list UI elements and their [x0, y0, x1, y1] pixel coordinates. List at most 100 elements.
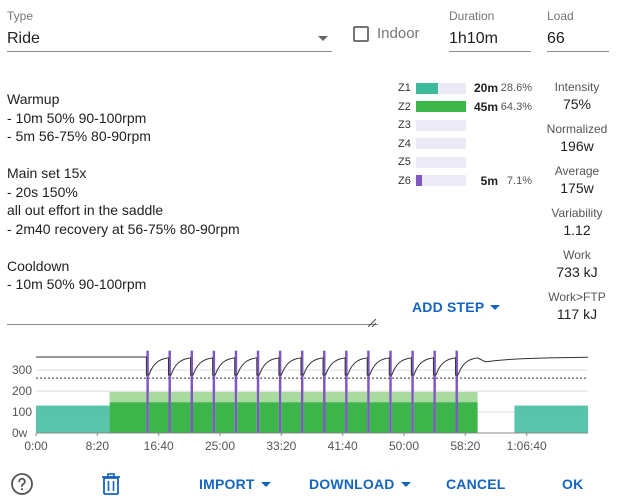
- cancel-label: CANCEL: [446, 476, 506, 492]
- chart-range-z2: [303, 391, 324, 403]
- zone-bar: [416, 156, 466, 168]
- zone-bar: [416, 101, 466, 113]
- import-button[interactable]: IMPORT: [199, 476, 271, 492]
- x-tick-label: 33:20: [266, 439, 296, 453]
- stat-label: Work: [563, 248, 591, 262]
- download-button[interactable]: DOWNLOAD: [309, 476, 411, 492]
- description-line: - 20s 150%: [7, 183, 78, 200]
- zone-time: 20m: [473, 81, 498, 96]
- zone-bar-fill: [416, 175, 422, 187]
- chart-bar-z2: [303, 402, 324, 433]
- workout-chart: 0w 100 200 300 0:00 8:20 16:40 25:00 33:20 41:40 5…: [12, 350, 589, 453]
- type-label: Type: [7, 9, 34, 23]
- chart-range-z2: [457, 391, 478, 403]
- stat-value: 1.12: [563, 222, 591, 238]
- indoor-checkbox[interactable]: Indoor: [353, 25, 420, 42]
- description-line: Warmup: [7, 91, 60, 107]
- ok-label: OK: [562, 476, 584, 492]
- chart-range-z2: [347, 391, 368, 403]
- stat-work: Work 733 kJ: [532, 248, 617, 280]
- x-tick-label: 41:40: [328, 439, 358, 453]
- zone-row: Z6 5m 7.1%: [398, 172, 532, 191]
- duration-field[interactable]: Duration 1h10m: [449, 9, 531, 52]
- chart-bar-z2: [109, 402, 147, 433]
- zone-row: Z4: [398, 135, 532, 154]
- y-tick-label: 200: [12, 384, 32, 398]
- chart-bar-z2: [237, 402, 257, 433]
- chart-range-z2: [369, 391, 390, 403]
- x-tick-label: 16:40: [144, 439, 174, 453]
- chevron-down-icon: [318, 36, 328, 41]
- chart-bar-z1: [36, 405, 110, 433]
- resize-handle-icon[interactable]: [367, 314, 377, 328]
- chart-range-z2: [391, 391, 412, 403]
- stat-label: Normalized: [546, 122, 608, 136]
- zone-row: Z3: [398, 116, 532, 135]
- chart-bar-z2: [369, 402, 390, 433]
- caret-down-icon: [400, 481, 411, 487]
- description-line: Main set 15x: [7, 165, 87, 181]
- chart-bar-z2: [148, 402, 169, 433]
- zone-bar: [416, 82, 466, 94]
- x-tick-label: 8:20: [86, 439, 110, 453]
- stat-label: Intensity: [554, 80, 600, 94]
- delete-icon[interactable]: [101, 473, 121, 495]
- chart-bar-z2: [215, 402, 235, 433]
- zone-bar: [416, 119, 466, 131]
- y-tick-label: 300: [12, 363, 32, 377]
- y-tick-label: 100: [12, 405, 32, 419]
- add-step-button[interactable]: ADD STEP: [412, 299, 501, 315]
- chart-range-z2: [325, 391, 346, 403]
- description-line: - 5m 56-75% 80-90rpm: [7, 128, 151, 144]
- x-tick-label: 0:00: [24, 439, 48, 453]
- chart-bar-z2: [413, 402, 434, 433]
- chart-range-z2: [413, 391, 434, 403]
- help-icon[interactable]: [10, 472, 34, 496]
- import-label: IMPORT: [199, 476, 255, 492]
- stat-variability: Variability 1.12: [532, 206, 617, 238]
- chart-range-z2: [148, 391, 169, 403]
- description-line: - 10m 50% 90-100rpm: [7, 276, 147, 292]
- stat-label: Work>FTP: [548, 290, 606, 304]
- chart-bar-z2: [170, 402, 191, 433]
- description-line: - 2m40 recovery at 56-75% 80-90rpm: [7, 220, 240, 237]
- indoor-label: Indoor: [377, 25, 420, 42]
- zone-row: Z5: [398, 153, 532, 172]
- caret-down-icon: [490, 304, 501, 310]
- zone-bar-fill: [416, 101, 466, 113]
- chart-range-z2: [237, 391, 257, 403]
- zone-time: 5m: [480, 173, 498, 188]
- load-label: Load: [547, 9, 574, 23]
- duration-value: 1h10m: [449, 29, 498, 47]
- description-line: [7, 238, 378, 257]
- checkbox-icon[interactable]: [353, 25, 369, 42]
- stat-label: Average: [554, 164, 600, 178]
- description-line: all out effort in the saddle: [7, 202, 164, 218]
- chart-bar-z2: [325, 402, 346, 433]
- type-select[interactable]: Type Ride: [7, 9, 332, 52]
- description-textarea[interactable]: Warmup - 10m 50% 90-100rpm - 5m 56-75% 80-…: [7, 90, 378, 328]
- zone-name: Z5: [398, 156, 411, 169]
- chart-bar-z2: [347, 402, 368, 433]
- cancel-button[interactable]: CANCEL: [446, 476, 506, 492]
- zone-name: Z4: [398, 137, 411, 150]
- chart-range-z2: [109, 391, 147, 403]
- zone-percent: 28.6%: [500, 82, 532, 95]
- stat-average: Average 175w: [532, 164, 617, 196]
- y-tick-label: 0w: [12, 426, 28, 440]
- zone-time: 45m: [473, 99, 498, 114]
- download-label: DOWNLOAD: [309, 476, 395, 492]
- stat-normalized: Normalized 196w: [532, 122, 617, 154]
- x-tick-label: 58:20: [450, 439, 480, 453]
- description-line: - 10m 50% 90-100rpm: [7, 109, 147, 126]
- chart-range-z2: [215, 391, 235, 403]
- load-field[interactable]: Load 66: [547, 9, 609, 52]
- zone-bar: [416, 175, 466, 187]
- chart-bar-z2: [391, 402, 412, 433]
- description-line: [7, 146, 378, 165]
- stat-work-ftp: Work>FTP 117 kJ: [532, 290, 617, 322]
- chart-bar-z2: [435, 402, 456, 433]
- x-tick-label: 50:00: [389, 439, 419, 453]
- ok-button[interactable]: OK: [562, 476, 583, 492]
- zone-distribution: Z1 20m 28.6% Z2 45m 64.3% Z3 Z4 Z5 Z6 5m 7.1%: [398, 79, 532, 190]
